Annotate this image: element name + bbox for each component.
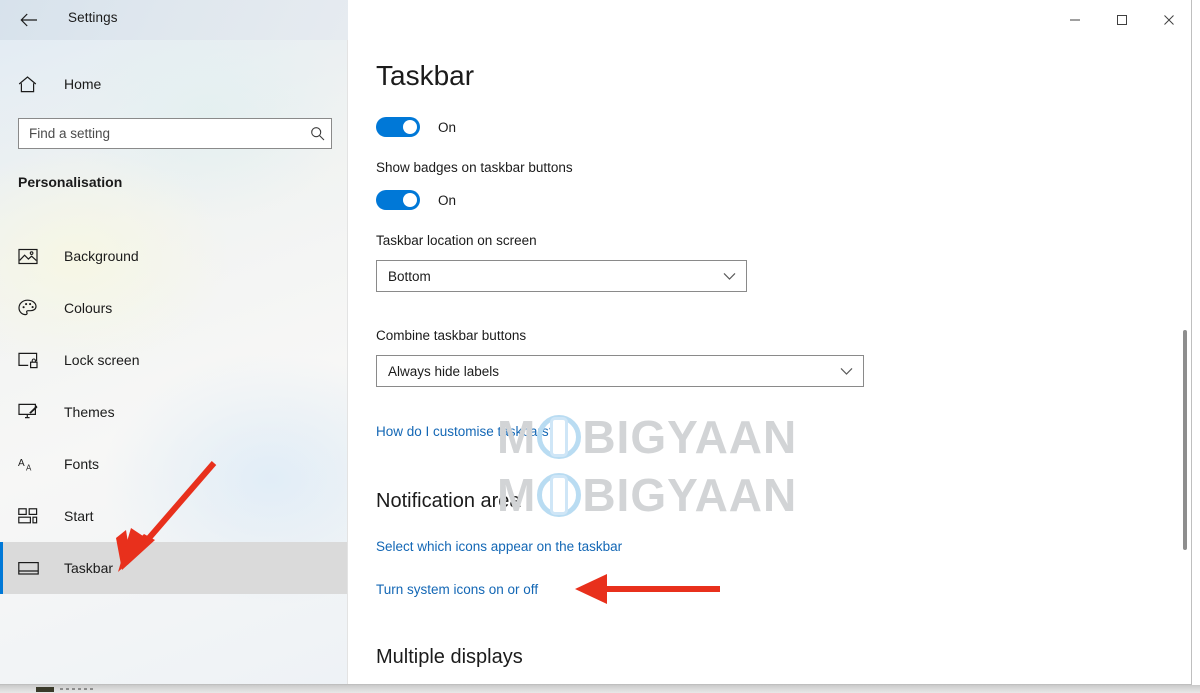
sidebar-item-label: Background <box>64 248 139 264</box>
sidebar-item-start[interactable]: Start <box>0 490 347 542</box>
sidebar-item-label: Start <box>64 508 94 524</box>
sidebar-item-taskbar[interactable]: Taskbar <box>0 542 347 594</box>
selected-accent-bar <box>0 542 3 594</box>
select-icons-link[interactable]: Select which icons appear on the taskbar <box>376 539 622 554</box>
customise-taskbars-link[interactable]: How do I customise taskbars? <box>376 424 556 439</box>
title-bar-left-region <box>0 0 348 40</box>
page-title: Taskbar <box>376 60 475 91</box>
home-label: Home <box>64 76 102 92</box>
badges-label: Show badges on taskbar buttons <box>376 160 573 175</box>
window-controls <box>1051 0 1191 40</box>
start-grid-icon <box>18 508 44 524</box>
badges-toggle[interactable] <box>376 190 420 210</box>
main-content: M BIGYAAN M BIGYAAN Taskbar On Show badg… <box>349 40 1191 684</box>
sidebar-category-title: Personalisation <box>18 174 123 190</box>
fonts-aa-icon: A A <box>18 456 44 473</box>
minimize-icon <box>1069 14 1081 26</box>
taskbar-location-label: Taskbar location on screen <box>376 233 537 248</box>
taskbar-location-dropdown[interactable]: Bottom <box>376 260 747 292</box>
main-scrollbar-thumb[interactable] <box>1183 330 1187 550</box>
minimize-button[interactable] <box>1051 0 1098 40</box>
sidebar-item-themes[interactable]: Themes <box>0 386 347 438</box>
sidebar-item-lock-screen[interactable]: Lock screen <box>0 334 347 386</box>
window-title: Settings <box>68 10 118 25</box>
notification-area-heading: Notification area <box>376 490 521 512</box>
svg-text:A: A <box>26 463 32 472</box>
title-bar: Settings <box>0 0 1191 40</box>
multiple-displays-heading: Multiple displays <box>376 646 523 668</box>
combine-buttons-dropdown[interactable]: Always hide labels <box>376 355 864 387</box>
sidebar-item-fonts[interactable]: A A Fonts <box>0 438 347 490</box>
lock-taskbar-toggle-state: On <box>438 119 457 135</box>
settings-window: Settings Home Find a setting Personalisa… <box>0 0 1192 685</box>
taskbar-icon <box>18 561 44 576</box>
picture-icon <box>18 248 44 265</box>
search-icon <box>303 126 331 141</box>
sidebar-nav: Background Colours Lock screen Themes A … <box>0 230 347 594</box>
badges-toggle-row: On <box>376 190 456 210</box>
turn-system-icons-link[interactable]: Turn system icons on or off <box>376 582 538 597</box>
palette-icon <box>18 299 44 317</box>
chevron-down-icon <box>712 272 746 281</box>
close-button[interactable] <box>1145 0 1191 40</box>
toggle-knob <box>403 193 417 207</box>
watermark-text-after: BIGYAAN <box>582 411 798 463</box>
lock-taskbar-toggle-row: On <box>376 117 456 137</box>
lock-taskbar-toggle[interactable] <box>376 117 420 137</box>
settings-window-screenshot: Settings Home Find a setting Personalisa… <box>0 0 1200 693</box>
close-icon <box>1163 14 1175 26</box>
lock-screen-icon <box>18 352 44 369</box>
search-input[interactable] <box>19 119 303 148</box>
taskbar-chip-icon <box>36 687 54 692</box>
watermark-logo-icon <box>537 473 582 517</box>
toggle-knob <box>403 120 417 134</box>
sidebar-item-label: Lock screen <box>64 352 140 368</box>
combine-buttons-label: Combine taskbar buttons <box>376 328 527 343</box>
main-scrollbar-track[interactable] <box>1181 80 1191 684</box>
sidebar-item-home[interactable]: Home <box>0 66 347 102</box>
back-arrow-icon <box>20 13 38 27</box>
sidebar-item-colours[interactable]: Colours <box>0 282 347 334</box>
home-icon <box>18 75 42 93</box>
watermark-bottom: M BIGYAAN <box>497 468 797 522</box>
taskbar-location-value: Bottom <box>388 268 431 284</box>
svg-text:A: A <box>18 458 25 469</box>
sidebar-item-label: Fonts <box>64 456 100 472</box>
watermark-text-after: BIGYAAN <box>582 469 798 521</box>
sidebar: Home Personalisation <box>0 40 348 684</box>
back-button[interactable] <box>10 5 48 35</box>
taskbar-dots-icon <box>60 688 96 690</box>
chevron-down-icon <box>829 367 863 376</box>
themes-brush-icon <box>18 403 44 421</box>
sidebar-item-label: Taskbar <box>64 560 114 576</box>
badges-toggle-state: On <box>438 192 457 208</box>
maximize-icon <box>1116 14 1128 26</box>
maximize-button[interactable] <box>1098 0 1145 40</box>
search-box[interactable] <box>18 118 332 149</box>
desktop-taskbar-sliver <box>0 685 1200 693</box>
sidebar-item-background[interactable]: Background <box>0 230 347 282</box>
combine-buttons-value: Always hide labels <box>388 363 500 379</box>
sidebar-item-label: Colours <box>64 300 113 316</box>
sidebar-item-label: Themes <box>64 404 115 420</box>
